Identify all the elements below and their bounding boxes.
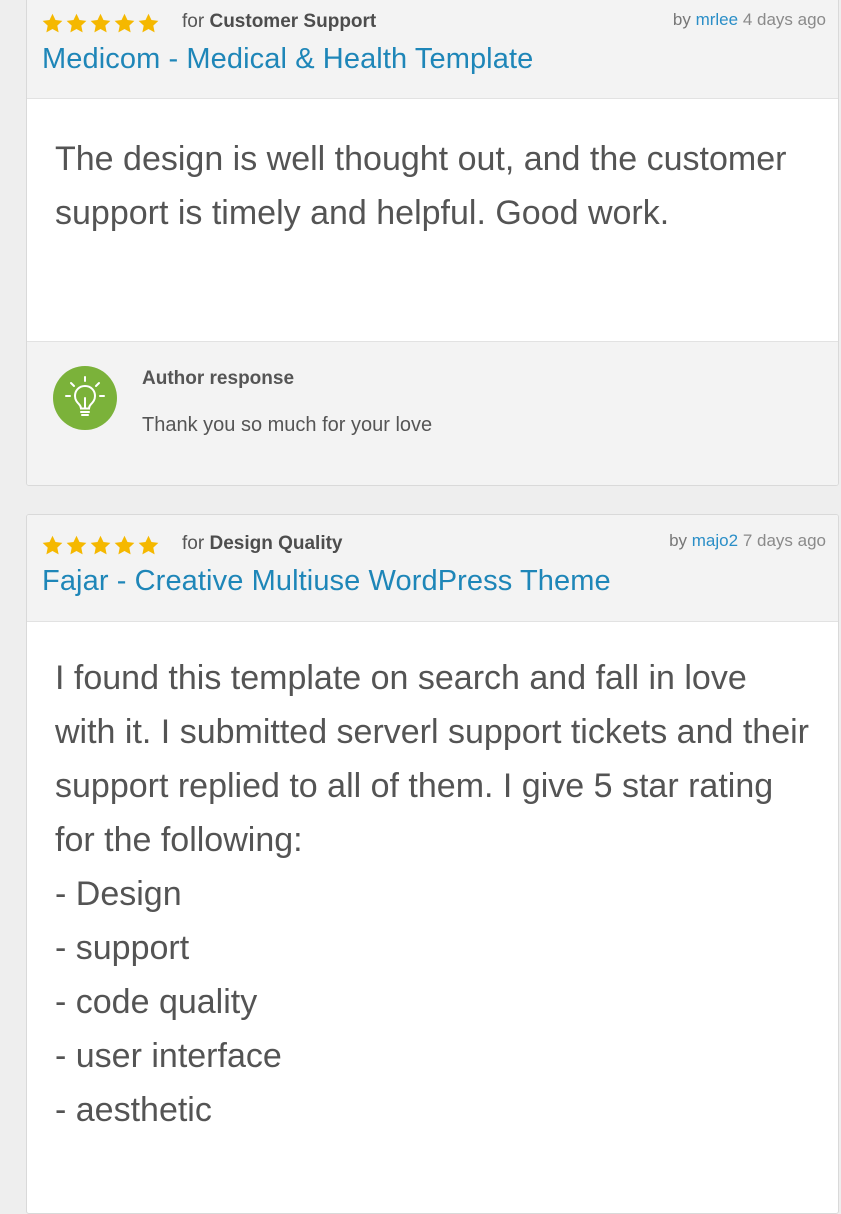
review-text-block: I found this template on search and fall… xyxy=(55,651,815,1137)
review-author: by majo2 7 days ago xyxy=(669,531,826,551)
review-author: by mrlee 4 days ago xyxy=(673,10,826,30)
author-link[interactable]: mrlee xyxy=(696,10,739,29)
review-header: for Customer Support by mrlee 4 days ago… xyxy=(27,0,838,99)
author-response: Author response Thank you so much for yo… xyxy=(27,341,838,485)
review-time: 7 days ago xyxy=(742,531,826,550)
star-icon xyxy=(89,534,112,557)
star-rating xyxy=(41,12,160,35)
star-icon xyxy=(41,12,64,35)
item-title-link[interactable]: Fajar - Creative Multiuse WordPress Them… xyxy=(42,565,611,598)
author-response-text: Thank you so much for your love xyxy=(142,414,433,436)
lightbulb-icon xyxy=(53,366,117,430)
review-category: for Design Quality xyxy=(182,533,343,555)
star-icon xyxy=(113,534,136,557)
author-link[interactable]: majo2 xyxy=(692,531,738,550)
for-prefix: for xyxy=(182,11,205,32)
star-icon xyxy=(137,12,160,35)
review-list-item: - support xyxy=(55,929,190,967)
review-header: for Design Quality by majo2 7 days ago F… xyxy=(27,515,838,622)
review-text: The design is well thought out, and the … xyxy=(55,140,787,232)
star-icon xyxy=(113,12,136,35)
star-icon xyxy=(137,534,160,557)
star-icon xyxy=(65,534,88,557)
review-list-item: - code quality xyxy=(55,983,258,1021)
review-category: for Customer Support xyxy=(182,11,376,33)
review-card: for Customer Support by mrlee 4 days ago… xyxy=(26,0,839,486)
item-title-link[interactable]: Medicom - Medical & Health Template xyxy=(42,43,533,76)
review-list-item: - Design xyxy=(55,875,182,913)
star-icon xyxy=(89,12,112,35)
review-card: for Design Quality by majo2 7 days ago F… xyxy=(26,514,839,1214)
review-list-item: - aesthetic xyxy=(55,1091,212,1129)
author-response-title: Author response xyxy=(142,368,295,389)
review-text: I found this template on search and fall… xyxy=(55,659,809,859)
category-label: Customer Support xyxy=(209,11,377,32)
review-list-item: - user interface xyxy=(55,1037,282,1075)
by-prefix: by xyxy=(669,531,688,550)
for-prefix: for xyxy=(182,533,205,554)
star-icon xyxy=(41,534,64,557)
category-label: Design Quality xyxy=(209,533,343,554)
review-time: 4 days ago xyxy=(742,10,826,29)
star-icon xyxy=(65,12,88,35)
by-prefix: by xyxy=(672,10,691,29)
star-rating xyxy=(41,534,160,557)
